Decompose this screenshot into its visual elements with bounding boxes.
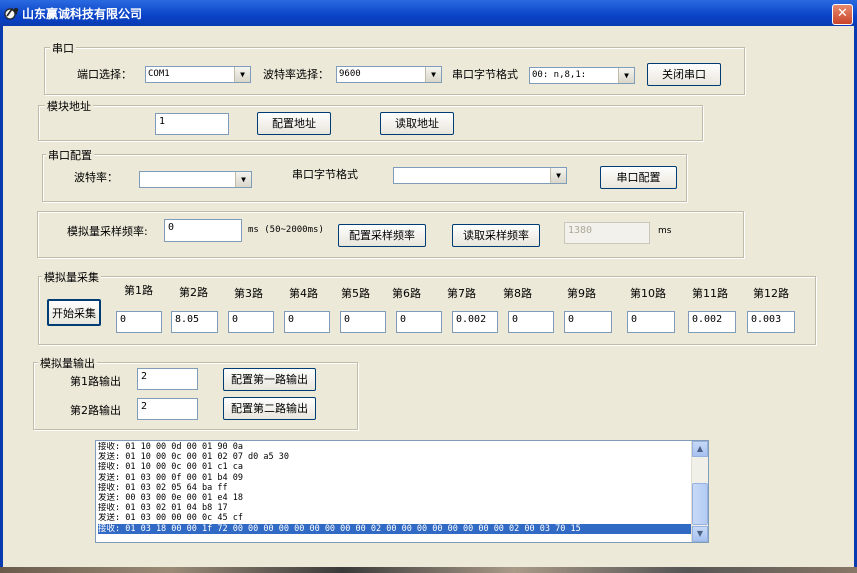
read-sampling-button[interactable]: 读取采样频率: [452, 224, 540, 247]
config-format-select[interactable]: ▼: [393, 167, 567, 184]
channel-value-input[interactable]: 0: [228, 311, 274, 333]
log-line[interactable]: 发送: 01 03 00 0f 00 01 b4 09: [98, 473, 692, 483]
log-line[interactable]: 接收: 01 03 18 00 00 1f 72 00 00 00 00 00 …: [98, 523, 692, 534]
byte-format-select[interactable]: 00: n,8,1: ▼: [529, 67, 635, 84]
baud-select[interactable]: 9600 ▼: [336, 66, 442, 83]
read-address-button[interactable]: 读取地址: [380, 112, 454, 135]
sampling-read-value: 1380: [564, 222, 650, 244]
desktop-background-strip: [0, 567, 857, 573]
chevron-down-icon[interactable]: ▼: [550, 168, 566, 183]
byte-format-select-value: 00: n,8,1:: [532, 70, 587, 80]
log-line[interactable]: 接收: 01 10 00 0d 00 01 90 0a: [98, 442, 692, 452]
channel-value-input[interactable]: 0: [508, 311, 554, 333]
channel-value-input[interactable]: 0: [340, 311, 386, 333]
baud-label: 波特率选择：: [263, 68, 329, 81]
window-border-left: [0, 26, 3, 573]
output-ch1-input[interactable]: 2: [137, 368, 198, 390]
channel-label: 第7路: [447, 287, 476, 300]
chevron-down-icon[interactable]: ▼: [618, 68, 634, 83]
log-line[interactable]: 接收: 01 03 02 05 64 ba ff: [98, 483, 692, 493]
channel-label: 第3路: [234, 287, 263, 300]
log-line[interactable]: 发送: 01 03 00 00 00 0c 45 cf: [98, 513, 692, 523]
window-title: 山东赢诚科技有限公司: [22, 7, 143, 21]
channel-label: 第10路: [630, 287, 666, 300]
channel-label: 第2路: [179, 286, 208, 299]
channel-label: 第8路: [503, 287, 532, 300]
baud-select-value: 9600: [339, 69, 361, 79]
channel-label: 第9路: [567, 287, 596, 300]
channel-value-input[interactable]: 0.002: [452, 311, 498, 333]
config-output-ch1-button[interactable]: 配置第一路输出: [223, 368, 316, 391]
config-sampling-button[interactable]: 配置采样频率: [338, 224, 426, 247]
channel-label: 第5路: [341, 287, 370, 300]
serial-group-label: 串口: [50, 40, 76, 56]
scroll-thumb[interactable]: [692, 483, 708, 525]
config-address-button[interactable]: 配置地址: [257, 112, 331, 135]
sampling-read-unit: ms: [658, 226, 672, 236]
channel-label: 第1路: [124, 284, 153, 297]
port-select[interactable]: COM1 ▼: [145, 66, 251, 83]
channel-value-input[interactable]: 0: [627, 311, 675, 333]
output-ch2-input[interactable]: 2: [137, 398, 198, 420]
log-lines: 接收: 01 10 00 0d 00 01 90 0a 发送: 01 10 00 …: [98, 442, 692, 534]
channel-label: 第11路: [692, 287, 728, 300]
log-scrollbar[interactable]: ▲ ▼: [691, 441, 708, 542]
app-logo-icon: [4, 7, 19, 20]
serial-config-button[interactable]: 串口配置: [600, 166, 677, 189]
module-address-input[interactable]: 1: [155, 113, 229, 135]
chevron-down-icon[interactable]: ▼: [425, 67, 441, 82]
log-line[interactable]: 接收: 01 03 02 01 04 b8 17: [98, 503, 692, 513]
log-line[interactable]: 发送: 00 03 00 0e 00 01 e4 18: [98, 493, 692, 503]
channel-value-input[interactable]: 0: [564, 311, 612, 333]
module-address-label: 模块地址: [45, 98, 93, 114]
output-label: 模拟量输出: [38, 355, 97, 371]
channel-label: 第6路: [392, 287, 421, 300]
close-port-button[interactable]: 关闭串口: [647, 63, 721, 86]
scroll-up-icon[interactable]: ▲: [692, 441, 708, 457]
communication-log[interactable]: 接收: 01 10 00 0d 00 01 90 0a 发送: 01 10 00 …: [95, 440, 709, 543]
sampling-input[interactable]: 0: [164, 219, 242, 242]
serial-config-label: 串口配置: [46, 147, 94, 163]
channel-value-input[interactable]: 0: [116, 311, 162, 333]
config-baud-select[interactable]: ▼: [139, 171, 252, 188]
close-button[interactable]: ✕: [832, 4, 853, 25]
scroll-down-icon[interactable]: ▼: [692, 526, 708, 542]
title-bar[interactable]: 山东赢诚科技有限公司 ✕: [0, 0, 857, 26]
main-window: 山东赢诚科技有限公司 ✕ 串口 端口选择： COM1 ▼ 波特率选择： 9600…: [0, 0, 857, 573]
log-line[interactable]: 接收: 01 10 00 0c 00 01 c1 ca: [98, 462, 692, 472]
channel-label: 第12路: [753, 287, 789, 300]
channel-value-input[interactable]: 0.003: [747, 311, 795, 333]
chevron-down-icon[interactable]: ▼: [235, 172, 251, 187]
output-ch2-label: 第2路输出: [70, 404, 121, 417]
config-baud-label: 波特率：: [74, 171, 118, 184]
sampling-unit-range: ms (50~2000ms): [248, 225, 324, 235]
chevron-down-icon[interactable]: ▼: [234, 67, 250, 82]
start-acquisition-button[interactable]: 开始采集: [47, 299, 101, 326]
log-line[interactable]: 发送: 01 10 00 0c 00 01 02 07 d0 a5 30: [98, 452, 692, 462]
port-select-value: COM1: [148, 69, 170, 79]
config-output-ch2-button[interactable]: 配置第二路输出: [223, 397, 316, 420]
channel-value-input[interactable]: 0: [284, 311, 330, 333]
output-ch1-label: 第1路输出: [70, 375, 121, 388]
config-format-label: 串口字节格式: [292, 168, 358, 181]
channel-label: 第4路: [289, 287, 318, 300]
port-label: 端口选择：: [77, 68, 132, 81]
channel-value-input[interactable]: 0: [396, 311, 442, 333]
byte-format-label: 串口字节格式: [452, 68, 518, 81]
channel-value-input[interactable]: 8.05: [171, 311, 218, 333]
sampling-label: 模拟量采样频率:: [67, 225, 148, 238]
channel-value-input[interactable]: 0.002: [688, 311, 736, 333]
module-address-group: [38, 105, 703, 141]
acquisition-label: 模拟量采集: [42, 269, 101, 285]
